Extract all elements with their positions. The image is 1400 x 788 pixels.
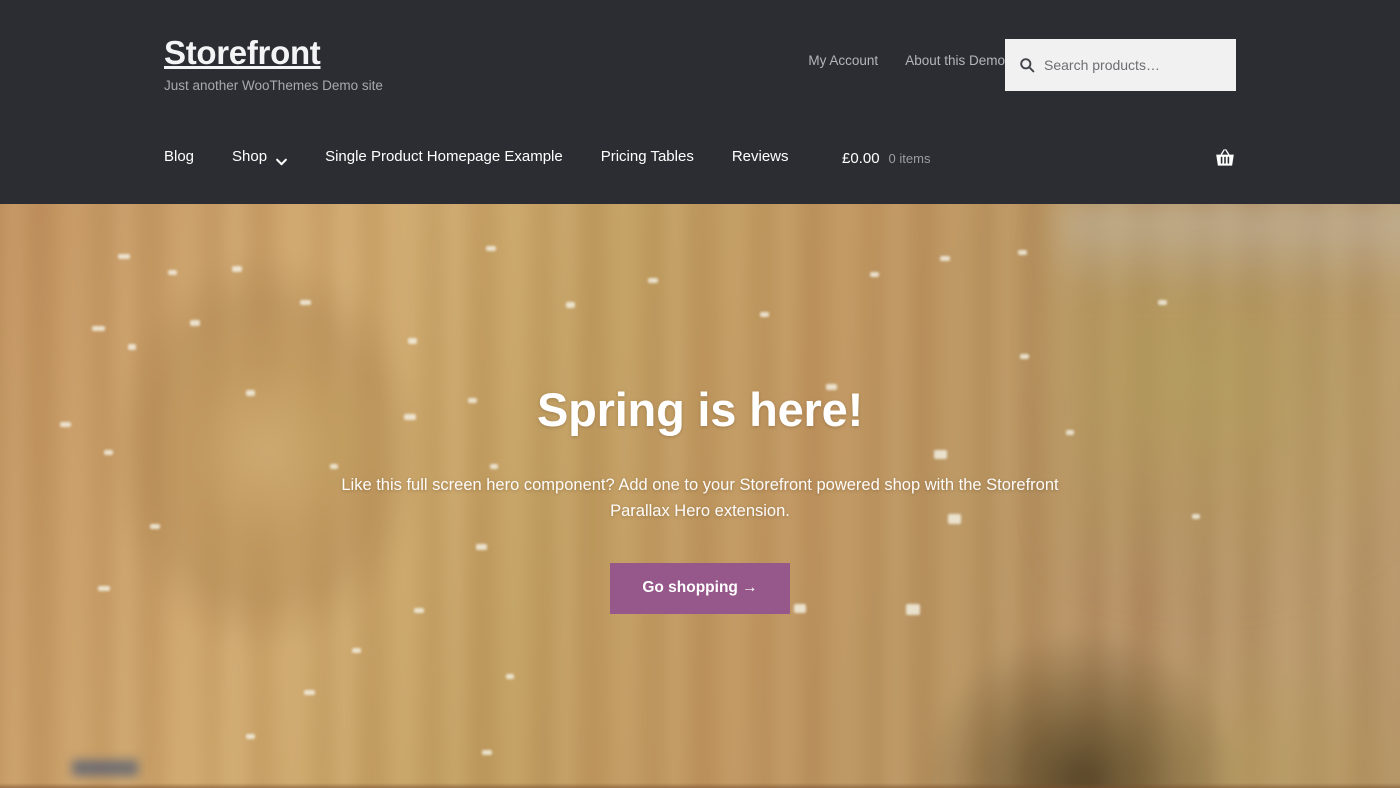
nav-item-label: Reviews — [731, 148, 789, 165]
nav-item-label: Single Product Homepage Example — [325, 148, 563, 165]
nav-item-label: Blog — [164, 148, 195, 165]
nav-item-reviews[interactable]: Reviews — [732, 148, 789, 165]
nav-link-about-this-demo[interactable]: About this Demo — [905, 53, 1005, 68]
hero-content: Spring is here! Like this full screen he… — [0, 204, 1400, 614]
nav-item-shop[interactable]: Shop — [232, 148, 287, 165]
primary-navigation: Blog Shop Single Product Homepage Exampl… — [164, 148, 827, 165]
parallax-hero-section: Spring is here! Like this full screen he… — [0, 204, 1400, 788]
cart-area: £0.00 0 items — [836, 148, 1236, 168]
site-branding: Storefront Just another WooThemes Demo s… — [164, 34, 383, 93]
header-inner: Storefront Just another WooThemes Demo s… — [164, 0, 1236, 204]
search-icon — [1019, 57, 1035, 73]
nav-item-pricing-tables[interactable]: Pricing Tables — [601, 148, 694, 165]
cart-contents-link[interactable]: £0.00 0 items — [842, 150, 930, 167]
nav-item-label: Shop — [232, 148, 268, 165]
site-tagline: Just another WooThemes Demo site — [164, 77, 383, 93]
go-shopping-button[interactable]: Go shopping → — [610, 563, 790, 614]
product-search-form[interactable] — [1005, 39, 1236, 91]
search-input[interactable] — [1044, 39, 1222, 91]
secondary-navigation: My Account About this Demo — [808, 53, 1005, 68]
hero-title: Spring is here! — [536, 383, 864, 436]
nav-item-single-product-homepage-example[interactable]: Single Product Homepage Example — [325, 148, 563, 165]
site-title[interactable]: Storefront — [164, 34, 321, 71]
site-header: Storefront Just another WooThemes Demo s… — [0, 0, 1400, 204]
hero-description: Like this full screen hero component? Ad… — [341, 475, 1059, 521]
nav-item-label: Pricing Tables — [600, 148, 694, 165]
chevron-down-icon[interactable] — [276, 153, 287, 165]
storefront-demo-page: Storefront Just another WooThemes Demo s… — [0, 0, 1400, 788]
nav-item-blog[interactable]: Blog — [164, 148, 194, 165]
cart-amount: £0.00 — [842, 149, 880, 167]
shopping-basket-icon[interactable] — [1214, 148, 1236, 168]
hero-bottom-edge — [0, 783, 1400, 788]
nav-link-my-account[interactable]: My Account — [808, 53, 878, 68]
cart-item-count: 0 items — [888, 150, 931, 166]
